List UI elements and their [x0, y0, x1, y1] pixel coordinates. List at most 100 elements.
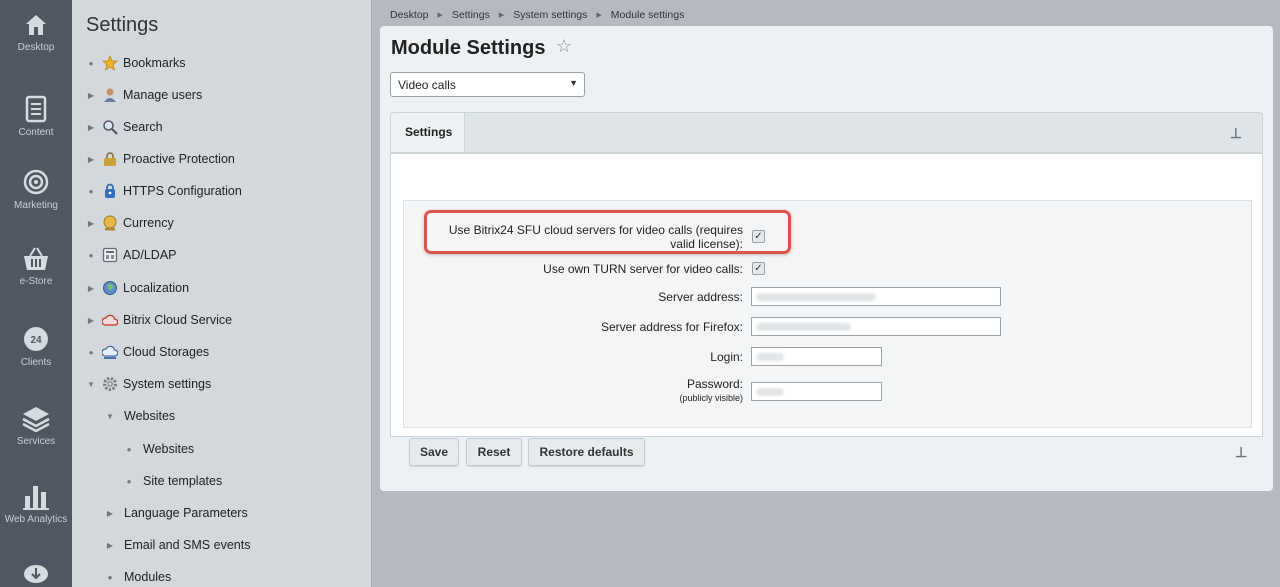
- password-input[interactable]: [751, 382, 882, 401]
- expand-arrow-icon[interactable]: ▶: [86, 123, 96, 132]
- redacted-value: [756, 353, 784, 361]
- rail-item-cloud[interactable]: [0, 560, 72, 587]
- expand-arrow-icon[interactable]: ▶: [105, 509, 115, 518]
- server-address-input[interactable]: [751, 287, 1001, 306]
- tree-item-bookmarks[interactable]: ● Bookmarks: [86, 53, 186, 73]
- tree-item-language-parameters[interactable]: ▶ Language Parameters: [105, 503, 248, 523]
- expand-arrow-icon[interactable]: ▶: [105, 541, 115, 550]
- collapse-arrow-icon[interactable]: ▼: [105, 412, 115, 421]
- rail-label: Marketing: [14, 200, 58, 211]
- target-icon: [23, 169, 49, 195]
- breadcrumb-separator-icon: ▶: [498, 12, 505, 19]
- rail-label: e-Store: [19, 276, 53, 287]
- tree-item-websites[interactable]: ● Websites: [124, 439, 195, 459]
- left-nav-rail: Desktop Content Marketing e-Store 24 Cli…: [0, 0, 72, 587]
- tree-item-websites-group[interactable]: ▼ Websites: [105, 406, 175, 426]
- tree-item-bitrix-cloud-service[interactable]: ▶ Bitrix Cloud Service: [86, 310, 232, 330]
- tree-item-currency[interactable]: ▶ Currency: [86, 213, 174, 233]
- expand-arrow-icon[interactable]: ▶: [86, 91, 96, 100]
- padlock-icon: [102, 183, 118, 199]
- module-select[interactable]: Video calls ▼: [390, 72, 585, 97]
- tree-item-https-configuration[interactable]: ● HTTPS Configuration: [86, 181, 242, 201]
- rail-item-web-analytics[interactable]: Web Analytics: [0, 482, 72, 526]
- directory-icon: [102, 247, 118, 263]
- main-area: Desktop ▶ Settings ▶ System settings ▶ M…: [372, 0, 1280, 587]
- rail-label: Desktop: [17, 42, 55, 53]
- expand-arrow-icon[interactable]: ▶: [86, 284, 96, 293]
- redacted-value: [756, 293, 876, 301]
- reset-button[interactable]: Reset: [466, 438, 522, 466]
- rail-label: Clients: [20, 357, 52, 368]
- bullet-icon: ●: [126, 444, 132, 454]
- breadcrumb-module-settings[interactable]: Module settings: [611, 9, 685, 21]
- layers-icon: [22, 407, 50, 432]
- collapse-arrow-icon[interactable]: ▼: [86, 380, 96, 389]
- tree-item-label: Cloud Storages: [123, 345, 210, 359]
- tab-strip: Settings ⊥: [390, 112, 1263, 154]
- magnifier-icon: [102, 119, 118, 135]
- cloud-download-icon: [24, 565, 48, 583]
- bullet-icon: ●: [88, 250, 94, 260]
- tree-item-proactive-protection[interactable]: ▶ Proactive Protection: [86, 149, 235, 169]
- tree-item-modules[interactable]: ● Modules: [105, 567, 172, 587]
- tree-item-label: Bookmarks: [123, 56, 186, 70]
- lock-icon: [102, 151, 118, 167]
- save-button[interactable]: Save: [409, 438, 459, 466]
- tree-item-label: Site templates: [143, 474, 223, 488]
- tree-item-manage-users[interactable]: ▶ Manage users: [86, 85, 202, 105]
- pin-icon[interactable]: ⊥: [1230, 125, 1242, 142]
- server-address-firefox-input[interactable]: [751, 317, 1001, 336]
- expand-arrow-icon[interactable]: ▶: [86, 219, 96, 228]
- breadcrumb-desktop[interactable]: Desktop: [390, 9, 429, 21]
- globe-icon: [102, 280, 118, 296]
- tree-item-system-settings[interactable]: ▼ System settings: [86, 374, 211, 394]
- clients-24-icon: 24: [24, 327, 48, 351]
- rail-item-marketing[interactable]: Marketing: [0, 168, 72, 212]
- expand-arrow-icon[interactable]: ▶: [86, 155, 96, 164]
- bullet-icon: ●: [88, 347, 94, 357]
- tab-settings[interactable]: Settings: [391, 113, 465, 154]
- tree-item-email-sms-events[interactable]: ▶ Email and SMS events: [105, 535, 251, 555]
- pin-icon[interactable]: ⊥: [1235, 444, 1247, 461]
- favorite-star-icon[interactable]: ☆: [556, 36, 572, 57]
- login-label: Login:: [710, 350, 743, 364]
- rail-item-services[interactable]: Services: [0, 404, 72, 448]
- tree-item-label: Language Parameters: [124, 506, 248, 520]
- redacted-value: [756, 323, 851, 331]
- tree-item-label: AD/LDAP: [123, 248, 177, 262]
- breadcrumb: Desktop ▶ Settings ▶ System settings ▶ M…: [390, 9, 684, 21]
- gear-icon: [102, 376, 118, 392]
- tree-item-label: System settings: [123, 377, 212, 391]
- document-icon: [25, 95, 47, 123]
- rail-item-estore[interactable]: e-Store: [0, 246, 72, 288]
- tree-item-site-templates[interactable]: ● Site templates: [124, 471, 223, 491]
- rail-item-desktop[interactable]: Desktop: [0, 12, 72, 54]
- cloud-service-icon: [101, 312, 119, 328]
- module-select-value: Video calls: [398, 78, 456, 92]
- breadcrumb-system-settings[interactable]: System settings: [513, 9, 587, 21]
- login-input[interactable]: [751, 347, 882, 366]
- tree-item-search[interactable]: ▶ Search: [86, 117, 163, 137]
- bullet-icon: ●: [88, 186, 94, 196]
- rail-item-clients[interactable]: 24 Clients: [0, 325, 72, 369]
- turn-checkbox[interactable]: ✓: [752, 262, 765, 275]
- tree-item-cloud-storages[interactable]: ● Cloud Storages: [86, 342, 209, 362]
- tree-item-localization[interactable]: ▶ Localization: [86, 278, 189, 298]
- tree-item-label: Bitrix Cloud Service: [123, 313, 233, 327]
- bullet-icon: ●: [88, 58, 94, 68]
- restore-defaults-button[interactable]: Restore defaults: [528, 438, 645, 466]
- settings-tree-panel: Settings ● Bookmarks ▶ Manage users ▶ Se…: [72, 0, 372, 587]
- expand-arrow-icon[interactable]: ▶: [86, 316, 96, 325]
- breadcrumb-settings[interactable]: Settings: [452, 9, 490, 21]
- chevron-down-icon: ▼: [569, 78, 578, 88]
- password-hint: (publicly visible): [679, 393, 743, 403]
- server-address-firefox-label: Server address for Firefox:: [600, 320, 743, 334]
- tree-item-ad-ldap[interactable]: ● AD/LDAP: [86, 245, 177, 265]
- user-icon: [102, 87, 118, 103]
- rail-label: Services: [16, 436, 56, 447]
- star-icon: [102, 55, 118, 71]
- tree-item-label: Proactive Protection: [123, 152, 235, 166]
- module-settings-card: Module Settings ☆ Video calls ▼ Settings…: [380, 26, 1273, 491]
- redacted-value: [756, 388, 784, 396]
- rail-item-content[interactable]: Content: [0, 95, 72, 139]
